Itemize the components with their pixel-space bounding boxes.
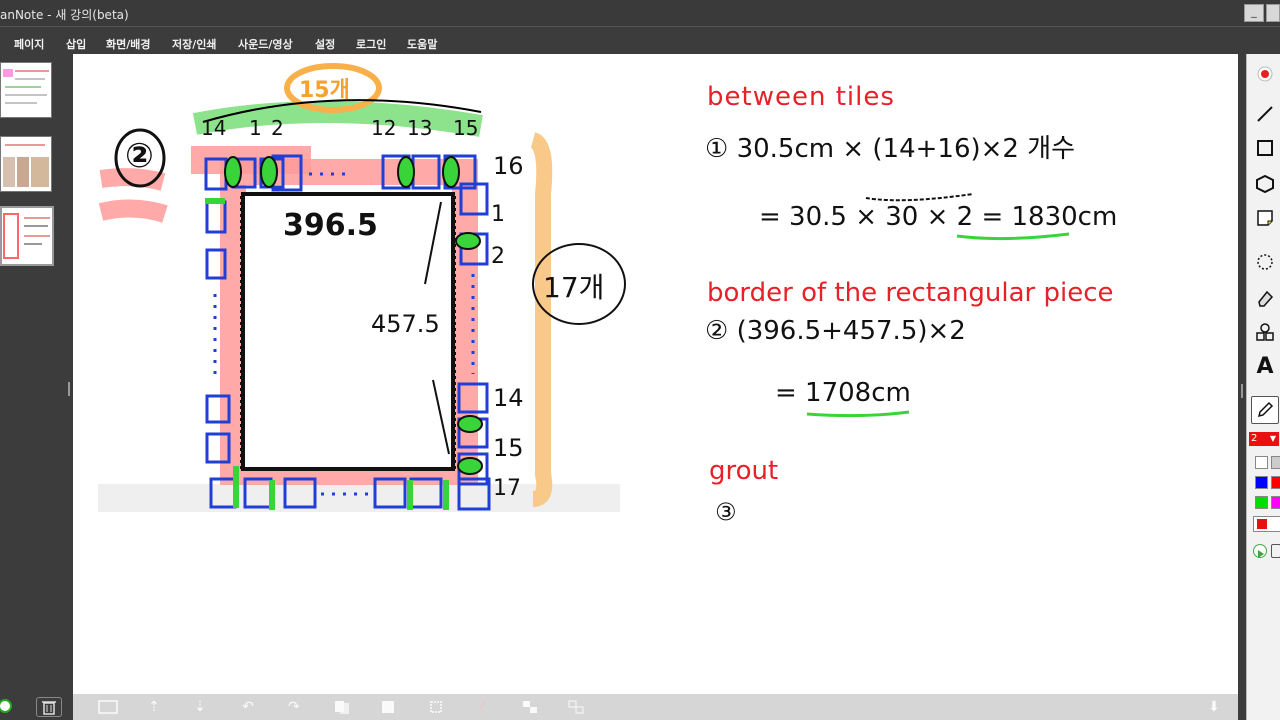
record-icon[interactable] [1251,60,1279,88]
hexagon-icon[interactable] [1251,170,1279,198]
fit-screen-icon[interactable] [97,699,119,715]
right-number: 15 [493,434,524,462]
pen-icon[interactable] [1251,396,1279,424]
drawing-canvas[interactable]: ② 15개 14 1 2 12 13 15 16 1 2 14 15 17 17… [73,54,1238,694]
wavy-underline [865,193,974,202]
top-number: 13 [407,116,433,140]
top-number: 2 [271,116,284,140]
right-number: 1 [491,202,505,227]
trash-button[interactable] [36,697,62,717]
green-highlight [192,101,483,137]
pen-size-select[interactable]: 2 ▼ [1249,432,1279,446]
slide-sidebar [0,54,66,694]
right-splitter[interactable] [1238,54,1246,720]
play-icon[interactable] [1253,544,1267,558]
right-number: 2 [491,244,505,269]
page-up-icon[interactable]: ⇡ [143,699,165,715]
slide-thumbnail-preview [3,69,49,104]
color-swatch-magenta[interactable] [1271,496,1280,509]
window-title: anNote - 새 강의(beta) [0,8,129,22]
right-number: 17 [493,476,521,501]
heading-border: border of the rectangular piece [707,278,1114,308]
title-bar: anNote - 새 강의(beta) _ [0,0,1280,26]
copy-icon[interactable] [331,699,353,715]
text-icon[interactable]: A [1251,352,1279,380]
eraser-icon[interactable] [1251,284,1279,312]
select-icon[interactable] [425,699,447,715]
menu-insert[interactable]: 삽입 [66,36,86,52]
result-underline [806,410,910,418]
color-swatch-red[interactable] [1271,476,1280,489]
menu-page[interactable]: 페이지 [14,36,44,52]
top-number: 12 [371,116,397,140]
circled-number: ② [125,136,154,176]
custom-color-button[interactable] [1253,516,1280,532]
download-icon[interactable]: ⬇ [1203,699,1225,715]
minimize-button[interactable]: _ [1244,4,1264,22]
color-swatch-blue[interactable] [1255,476,1268,489]
menu-help[interactable]: 도움말 [407,36,437,52]
stop-icon[interactable] [1271,544,1280,558]
paste-icon[interactable] [377,699,399,715]
bottom-toolbar: ⇡ ⇣ ↶ ↷ ⁄ ⬇ [73,694,1238,720]
menu-sound-video[interactable]: 사운드/영상 [238,36,293,52]
lasso-icon[interactable] [1251,248,1279,276]
redo-icon[interactable]: ↷ [283,699,305,715]
formula-line-1: ① 30.5cm × (14+16)×2 개수 [705,134,1076,164]
slide-thumbnail-selected[interactable] [0,206,54,266]
add-page-icon[interactable] [0,699,12,713]
side-count-label: 17개 [543,271,605,304]
rectangle-icon[interactable] [1251,134,1279,162]
color-swatch-green[interactable] [1255,496,1268,509]
sticky-note-icon[interactable] [1251,204,1279,232]
pen-size-value: 2 [1251,433,1258,444]
top-number: 15 [453,116,479,140]
heading-grout: grout [709,456,779,486]
panel-splitter[interactable] [66,54,72,720]
slide-thumbnail-preview [3,144,49,187]
delete-selection-icon[interactable]: ⁄ [471,699,493,715]
ungroup-icon[interactable] [565,699,587,715]
color-swatch-white[interactable] [1255,456,1268,469]
slide-thumbnail[interactable] [0,136,52,192]
menu-bar: 페이지 삽입 화면/배경 저장/인쇄 사운드/영상 설정 로그인 도움말 [0,26,1280,54]
menu-screen-background[interactable]: 화면/배경 [106,36,151,52]
maximize-button[interactable] [1266,4,1280,22]
width-label: 396.5 [283,208,378,243]
group-icon[interactable] [519,699,541,715]
result-underline [956,232,1070,241]
formula-result-2: = 1708cm [775,378,911,408]
color-swatch-gray[interactable] [1271,456,1280,469]
bottom-left-bar [0,694,73,720]
top-number: 14 [201,116,227,140]
orange-highlight [529,132,553,507]
slide-thumbnail-preview [3,213,50,259]
menu-settings[interactable]: 설정 [315,36,335,52]
height-label: 457.5 [371,310,440,338]
current-color-icon [1257,519,1267,529]
right-number: 14 [493,384,524,412]
slide-thumbnail[interactable] [0,62,52,118]
red-highlight [98,168,168,223]
menu-save-print[interactable]: 저장/인쇄 [172,36,217,52]
heading-between-tiles: between tiles [707,82,895,112]
undo-icon[interactable]: ↶ [237,699,259,715]
top-count-label: 15개 [299,78,350,103]
formula-line-2: ② (396.5+457.5)×2 [705,316,966,346]
top-number: 1 [249,116,262,140]
formula-result-1: = 30.5 × 30 × 2 = 1830cm [759,202,1118,232]
chevron-down-icon: ▼ [1269,434,1276,443]
menu-login[interactable]: 로그인 [356,36,386,52]
page-down-icon[interactable]: ⇣ [189,699,211,715]
trash-icon [42,701,56,715]
shapes-icon[interactable] [1251,318,1279,346]
tool-palette: A 2 ▼ [1246,54,1280,720]
right-number: 16 [493,152,524,180]
formula-line-3: ③ [715,498,737,526]
line-icon[interactable] [1251,100,1279,128]
